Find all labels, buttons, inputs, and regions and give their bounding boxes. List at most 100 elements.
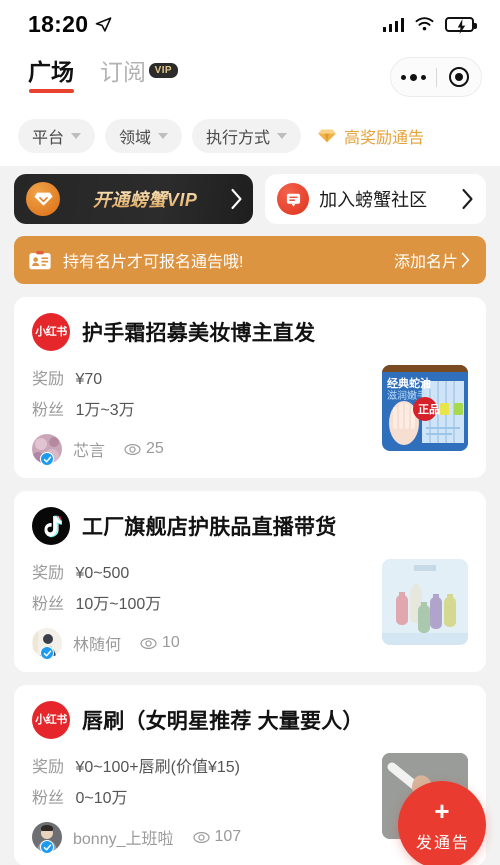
listing-header: 小红书 护手霜招募美妆博主直发 bbox=[32, 313, 468, 351]
status-bar-left: 18:20 bbox=[28, 11, 112, 38]
more-menu-button[interactable] bbox=[391, 58, 436, 96]
reward-value: ¥0~100+唇刷(价值¥15) bbox=[75, 759, 241, 776]
community-banner[interactable]: 加入螃蟹社区 bbox=[265, 174, 486, 224]
filter-bar: 平台 领域 执行方式 高奖励通告 bbox=[0, 106, 500, 166]
author-row[interactable]: bonny_上班啦 107 bbox=[32, 822, 368, 854]
filter-platform-label: 平台 bbox=[32, 130, 65, 147]
view-count: 107 bbox=[192, 828, 241, 846]
platform-badge-xiaohongshu: 小红书 bbox=[32, 701, 70, 739]
author-row[interactable]: 芯言 25 bbox=[32, 434, 368, 466]
diamond-icon bbox=[318, 129, 336, 143]
status-time: 18:20 bbox=[28, 10, 89, 37]
wifi-icon bbox=[415, 17, 434, 31]
filter-execution-mode[interactable]: 执行方式 bbox=[192, 119, 302, 153]
reward-label: 奖励 bbox=[32, 371, 65, 388]
svg-text:经典蛇油: 经典蛇油 bbox=[387, 376, 431, 390]
douyin-note-icon bbox=[44, 515, 62, 537]
fans-row: 粉丝 10万~100万 bbox=[32, 590, 368, 614]
platform-badge-douyin bbox=[32, 507, 70, 545]
diamond-coin-icon bbox=[26, 182, 60, 216]
listing-card[interactable]: 小红书 护手霜招募美妆博主直发 奖励 ¥70 粉丝 1万~3万 芯言 25 经典… bbox=[14, 297, 486, 478]
chevron-right-icon bbox=[461, 252, 470, 268]
avatar bbox=[32, 628, 62, 660]
filter-field[interactable]: 领域 bbox=[105, 119, 183, 153]
chevron-right-icon bbox=[462, 188, 473, 210]
listing-header: 小红书 唇刷（女明星推荐 大量要人） bbox=[32, 701, 468, 739]
notice-text: 持有名片才可报名通告哦! bbox=[63, 254, 244, 271]
tab-plaza[interactable]: 广场 bbox=[28, 61, 74, 93]
tab-subscribe-label: 订阅 bbox=[100, 59, 146, 85]
miniprogram-capsule bbox=[390, 57, 482, 97]
close-button[interactable] bbox=[437, 58, 482, 96]
filter-field-label: 领域 bbox=[119, 130, 152, 147]
avatar bbox=[32, 822, 62, 854]
author-name: 芯言 bbox=[73, 443, 106, 460]
target-circle-icon bbox=[448, 67, 469, 87]
listing-thumbnail[interactable] bbox=[382, 559, 468, 645]
fans-label: 粉丝 bbox=[32, 402, 65, 419]
platform-badge-label: 小红书 bbox=[35, 713, 67, 726]
svg-text:正品: 正品 bbox=[418, 403, 440, 416]
listing-thumbnail[interactable]: 经典蛇油 滋润嫩手 正品 bbox=[382, 365, 468, 451]
fans-row: 粉丝 0~10万 bbox=[32, 784, 368, 808]
community-banner-label: 加入螃蟹社区 bbox=[319, 190, 428, 210]
reward-row: 奖励 ¥0~100+唇刷(价值¥15) bbox=[32, 753, 368, 777]
eye-icon bbox=[140, 637, 157, 649]
more-dots-icon bbox=[400, 73, 426, 81]
fans-label: 粉丝 bbox=[32, 596, 65, 613]
filter-high-reward[interactable]: 高奖励通告 bbox=[311, 119, 435, 153]
publish-announcement-fab[interactable]: + 发通告 bbox=[398, 781, 486, 865]
view-count-value: 10 bbox=[162, 634, 180, 651]
tab-subscribe[interactable]: 订阅 VIP bbox=[100, 59, 178, 93]
content-scroll-area[interactable]: 开通螃蟹VIP 加入螃蟹社区 持有名片才可报名通告哦! 添加名片 小红书 护手霜… bbox=[0, 166, 500, 865]
eye-icon bbox=[192, 831, 210, 843]
listing-title: 工厂旗舰店护肤品直播带货 bbox=[82, 516, 337, 539]
reward-label: 奖励 bbox=[32, 565, 65, 582]
listing-meta: 奖励 ¥0~100+唇刷(价值¥15) 粉丝 0~10万 bonny_上班啦 1… bbox=[32, 753, 368, 854]
add-business-card-label: 添加名片 bbox=[393, 254, 458, 271]
author-name: bonny_上班啦 bbox=[73, 831, 174, 848]
author-row[interactable]: 林随何 10 bbox=[32, 628, 368, 660]
chevron-down-icon bbox=[158, 133, 169, 139]
chevron-down-icon bbox=[277, 133, 288, 139]
view-count-value: 25 bbox=[146, 440, 164, 457]
verified-badge-icon bbox=[40, 646, 54, 660]
business-card-notice[interactable]: 持有名片才可报名通告哦! 添加名片 bbox=[14, 236, 486, 284]
filter-platform[interactable]: 平台 bbox=[18, 119, 96, 153]
view-count: 10 bbox=[140, 634, 180, 652]
listing-meta: 奖励 ¥0~500 粉丝 10万~100万 林随何 10 bbox=[32, 559, 368, 660]
chevron-right-icon bbox=[231, 188, 242, 210]
vip-promo-label: 开通螃蟹VIP bbox=[60, 186, 230, 212]
id-card-icon bbox=[29, 250, 51, 269]
chevron-down-icon bbox=[71, 133, 82, 139]
fans-value: 1万~3万 bbox=[75, 402, 135, 419]
app-screen: 18:20 广场 订阅 VIP 平台 领域 执行方式 高奖励通告 开通螃蟹VIP… bbox=[0, 0, 500, 865]
fans-value: 0~10万 bbox=[75, 790, 128, 807]
status-bar: 18:20 bbox=[0, 0, 500, 48]
verified-badge-icon bbox=[40, 840, 54, 854]
publish-announcement-label: 发通告 bbox=[415, 834, 470, 852]
listing-body: 奖励 ¥70 粉丝 1万~3万 芯言 25 经典蛇油 滋润嫩手 正品 bbox=[32, 365, 468, 466]
cellular-signal-icon bbox=[382, 17, 404, 32]
reward-label: 奖励 bbox=[32, 759, 65, 776]
filter-high-reward-label: 高奖励通告 bbox=[344, 130, 425, 147]
location-arrow-icon bbox=[95, 16, 112, 32]
listing-card[interactable]: 工厂旗舰店护肤品直播带货 奖励 ¥0~500 粉丝 10万~100万 林随何 1… bbox=[14, 491, 486, 672]
fans-value: 10万~100万 bbox=[75, 596, 162, 613]
view-count: 25 bbox=[124, 440, 164, 458]
reward-value: ¥70 bbox=[75, 371, 103, 388]
add-business-card-button[interactable]: 添加名片 bbox=[394, 248, 470, 272]
battery-charging-icon bbox=[445, 16, 477, 34]
chat-bubble-icon bbox=[277, 183, 310, 215]
filter-execution-mode-label: 执行方式 bbox=[206, 130, 271, 147]
fans-label: 粉丝 bbox=[32, 790, 65, 807]
vip-badge: VIP bbox=[148, 63, 178, 78]
status-bar-right bbox=[382, 16, 477, 34]
reward-row: 奖励 ¥70 bbox=[32, 365, 368, 389]
reward-value: ¥0~500 bbox=[75, 565, 130, 582]
listing-title: 唇刷（女明星推荐 大量要人） bbox=[82, 710, 364, 733]
promo-banner-row: 开通螃蟹VIP 加入螃蟹社区 bbox=[14, 166, 486, 224]
plus-icon: + bbox=[434, 795, 450, 826]
tab-plaza-label: 广场 bbox=[28, 59, 74, 85]
vip-promo-banner[interactable]: 开通螃蟹VIP bbox=[14, 174, 254, 224]
